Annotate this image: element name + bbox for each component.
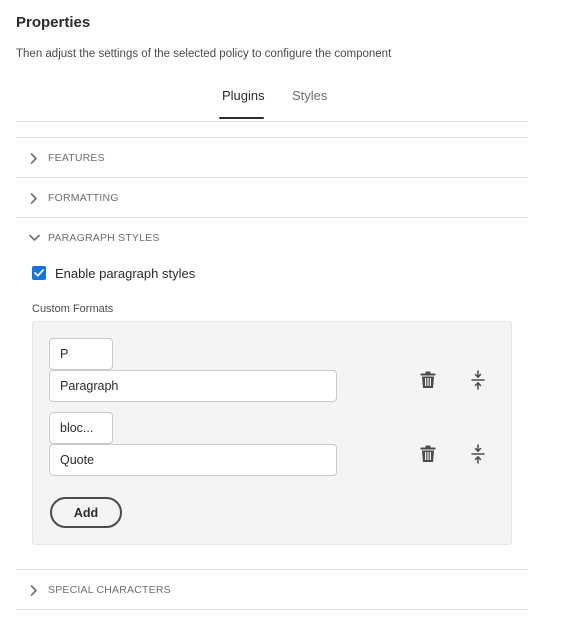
tab-styles[interactable]: Styles bbox=[292, 86, 327, 120]
trash-icon bbox=[420, 445, 436, 462]
section-formatting-label: FORMATTING bbox=[48, 192, 119, 204]
section-divider bbox=[16, 609, 528, 610]
tab-plugins[interactable]: Plugins bbox=[222, 86, 265, 120]
delete-format-button[interactable] bbox=[416, 368, 440, 392]
drag-handle-icon bbox=[471, 370, 485, 390]
custom-formats-label: Custom Formats bbox=[32, 303, 114, 315]
section-paragraph-styles-header[interactable]: PARAGRAPH STYLES bbox=[16, 218, 528, 258]
section-paragraph-styles-label: PARAGRAPH STYLES bbox=[48, 232, 160, 244]
trash-icon bbox=[420, 371, 436, 388]
checkmark-icon bbox=[34, 269, 44, 277]
section-special-characters-label: SPECIAL CHARACTERS bbox=[48, 584, 171, 596]
enable-paragraph-styles-label: Enable paragraph styles bbox=[55, 265, 196, 281]
reorder-format-handle[interactable] bbox=[466, 442, 490, 466]
chevron-right-icon bbox=[16, 584, 48, 596]
section-features-header[interactable]: FEATURES bbox=[16, 138, 528, 178]
chevron-right-icon bbox=[16, 152, 48, 164]
chevron-right-icon bbox=[16, 192, 48, 204]
format-tag-input[interactable] bbox=[49, 338, 113, 370]
section-features-label: FEATURES bbox=[48, 152, 105, 164]
panel-title: Properties bbox=[16, 14, 91, 31]
delete-format-button[interactable] bbox=[416, 442, 440, 466]
enable-paragraph-styles-checkbox[interactable]: Enable paragraph styles bbox=[32, 264, 195, 282]
section-formatting-header[interactable]: FORMATTING bbox=[16, 178, 528, 218]
tab-divider bbox=[16, 121, 528, 122]
custom-formats-panel: Add bbox=[32, 321, 512, 545]
panel-subtitle: Then adjust the settings of the selected… bbox=[16, 48, 392, 60]
checkbox-checked[interactable] bbox=[32, 266, 46, 280]
format-tag-input[interactable] bbox=[49, 412, 113, 444]
chevron-down-icon bbox=[16, 234, 48, 242]
reorder-format-handle[interactable] bbox=[466, 368, 490, 392]
drag-handle-icon bbox=[471, 444, 485, 464]
tab-bar: Plugins Styles bbox=[0, 86, 564, 122]
format-description-input[interactable] bbox=[49, 444, 337, 476]
format-description-input[interactable] bbox=[49, 370, 337, 402]
active-tab-indicator bbox=[219, 117, 264, 119]
section-special-characters-header[interactable]: SPECIAL CHARACTERS bbox=[16, 570, 528, 610]
add-format-button[interactable]: Add bbox=[50, 497, 122, 528]
